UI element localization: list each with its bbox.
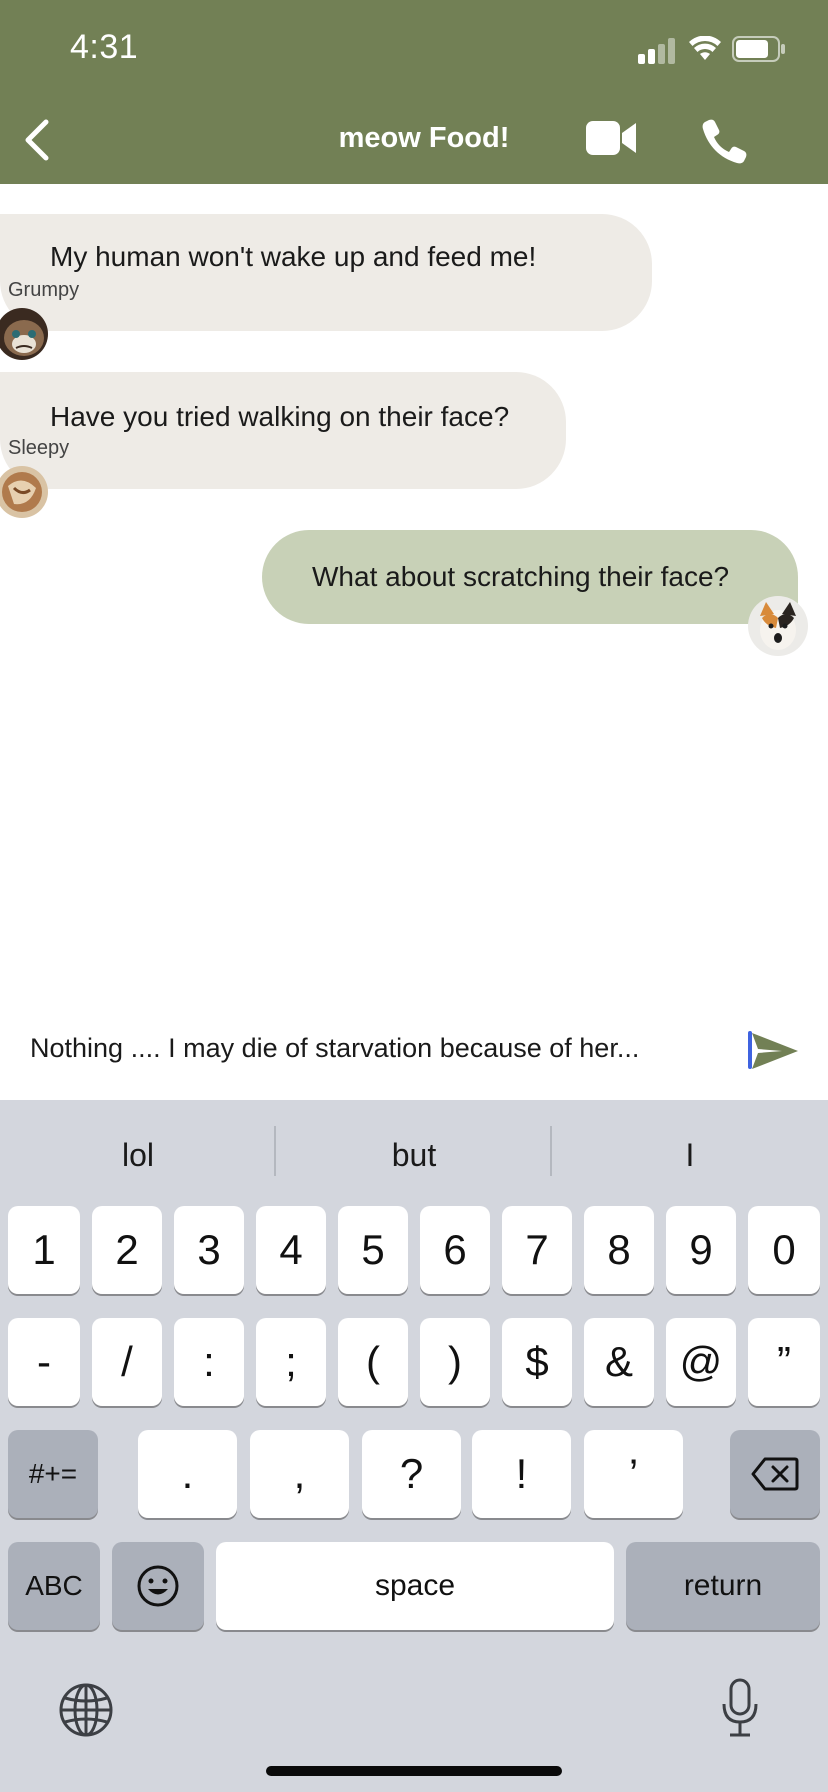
- backspace-key[interactable]: [730, 1430, 820, 1518]
- voice-call-button[interactable]: [700, 118, 748, 164]
- symbols-toggle-key[interactable]: #+=: [8, 1430, 98, 1518]
- key[interactable]: 8: [584, 1206, 654, 1294]
- globe-icon: [59, 1683, 113, 1737]
- cellular-signal-icon: [638, 38, 675, 64]
- message-input[interactable]: Nothing .... I may die of starvation bec…: [30, 1033, 720, 1064]
- message-composer: Nothing .... I may die of starvation bec…: [0, 1005, 828, 1095]
- abc-key[interactable]: ABC: [8, 1542, 100, 1630]
- suggestion-item[interactable]: lol: [0, 1130, 276, 1180]
- key[interactable]: 6: [420, 1206, 490, 1294]
- key[interactable]: ”: [748, 1318, 820, 1406]
- key[interactable]: ?: [362, 1430, 461, 1518]
- message-text: My human won't wake up and feed me!: [50, 240, 537, 272]
- key[interactable]: (: [338, 1318, 408, 1406]
- message-bubble[interactable]: Have you tried walking on their face?: [0, 372, 566, 489]
- globe-button[interactable]: [58, 1682, 114, 1738]
- battery-icon: [732, 36, 785, 62]
- backspace-icon: [751, 1457, 799, 1491]
- key[interactable]: 9: [666, 1206, 736, 1294]
- key[interactable]: &: [584, 1318, 654, 1406]
- video-camera-icon: [586, 121, 636, 155]
- key[interactable]: ): [420, 1318, 490, 1406]
- video-call-button[interactable]: [586, 118, 638, 158]
- key[interactable]: 1: [8, 1206, 80, 1294]
- avatar[interactable]: [748, 596, 808, 656]
- key[interactable]: @: [666, 1318, 736, 1406]
- phone-icon: [702, 119, 747, 164]
- key[interactable]: 7: [502, 1206, 572, 1294]
- dictation-button[interactable]: [720, 1678, 760, 1738]
- key[interactable]: 3: [174, 1206, 244, 1294]
- sender-name: Sleepy: [8, 437, 70, 459]
- key[interactable]: 5: [338, 1206, 408, 1294]
- status-icons: [638, 34, 798, 66]
- return-key[interactable]: return: [626, 1542, 820, 1630]
- key[interactable]: ,: [250, 1430, 349, 1518]
- key[interactable]: $: [502, 1318, 572, 1406]
- message-bubble[interactable]: What about scratching their face?: [262, 530, 798, 624]
- home-indicator: [266, 1766, 562, 1776]
- key[interactable]: !: [472, 1430, 571, 1518]
- chat-screen: 4:31 meow Food! My human won't wake up a…: [0, 0, 828, 1792]
- wifi-icon: [689, 36, 721, 60]
- key[interactable]: .: [138, 1430, 237, 1518]
- message-text: What about scratching their face?: [312, 561, 730, 592]
- key[interactable]: ;: [256, 1318, 326, 1406]
- keyboard: lol but I 1 2 3 4 5 6 7 8 9 0 - / : ; ( …: [0, 1100, 828, 1792]
- chat-header: 4:31 meow Food!: [0, 0, 828, 184]
- suggestion-item[interactable]: but: [276, 1130, 552, 1180]
- key[interactable]: ’: [584, 1430, 683, 1518]
- avatar[interactable]: [0, 308, 48, 360]
- cat-avatar-image: [748, 596, 808, 656]
- space-key[interactable]: space: [216, 1542, 614, 1630]
- emoji-icon: [137, 1565, 179, 1607]
- suggestion-item[interactable]: I: [552, 1130, 828, 1180]
- key[interactable]: -: [8, 1318, 80, 1406]
- send-icon: [752, 1033, 798, 1069]
- key[interactable]: /: [92, 1318, 162, 1406]
- sender-name: Grumpy: [8, 279, 80, 301]
- status-time: 4:31: [70, 28, 139, 66]
- message-text: Have you tried walking on their face?: [50, 400, 510, 432]
- key[interactable]: 4: [256, 1206, 326, 1294]
- cat-avatar-image: [0, 466, 48, 518]
- send-button[interactable]: [748, 1031, 800, 1071]
- cat-avatar-image: [0, 308, 48, 360]
- avatar[interactable]: [0, 466, 48, 518]
- emoji-key[interactable]: [112, 1542, 204, 1630]
- key[interactable]: 2: [92, 1206, 162, 1294]
- microphone-icon: [722, 1678, 758, 1737]
- key[interactable]: :: [174, 1318, 244, 1406]
- key[interactable]: 0: [748, 1206, 820, 1294]
- message-bubble[interactable]: My human won't wake up and feed me!: [0, 214, 652, 331]
